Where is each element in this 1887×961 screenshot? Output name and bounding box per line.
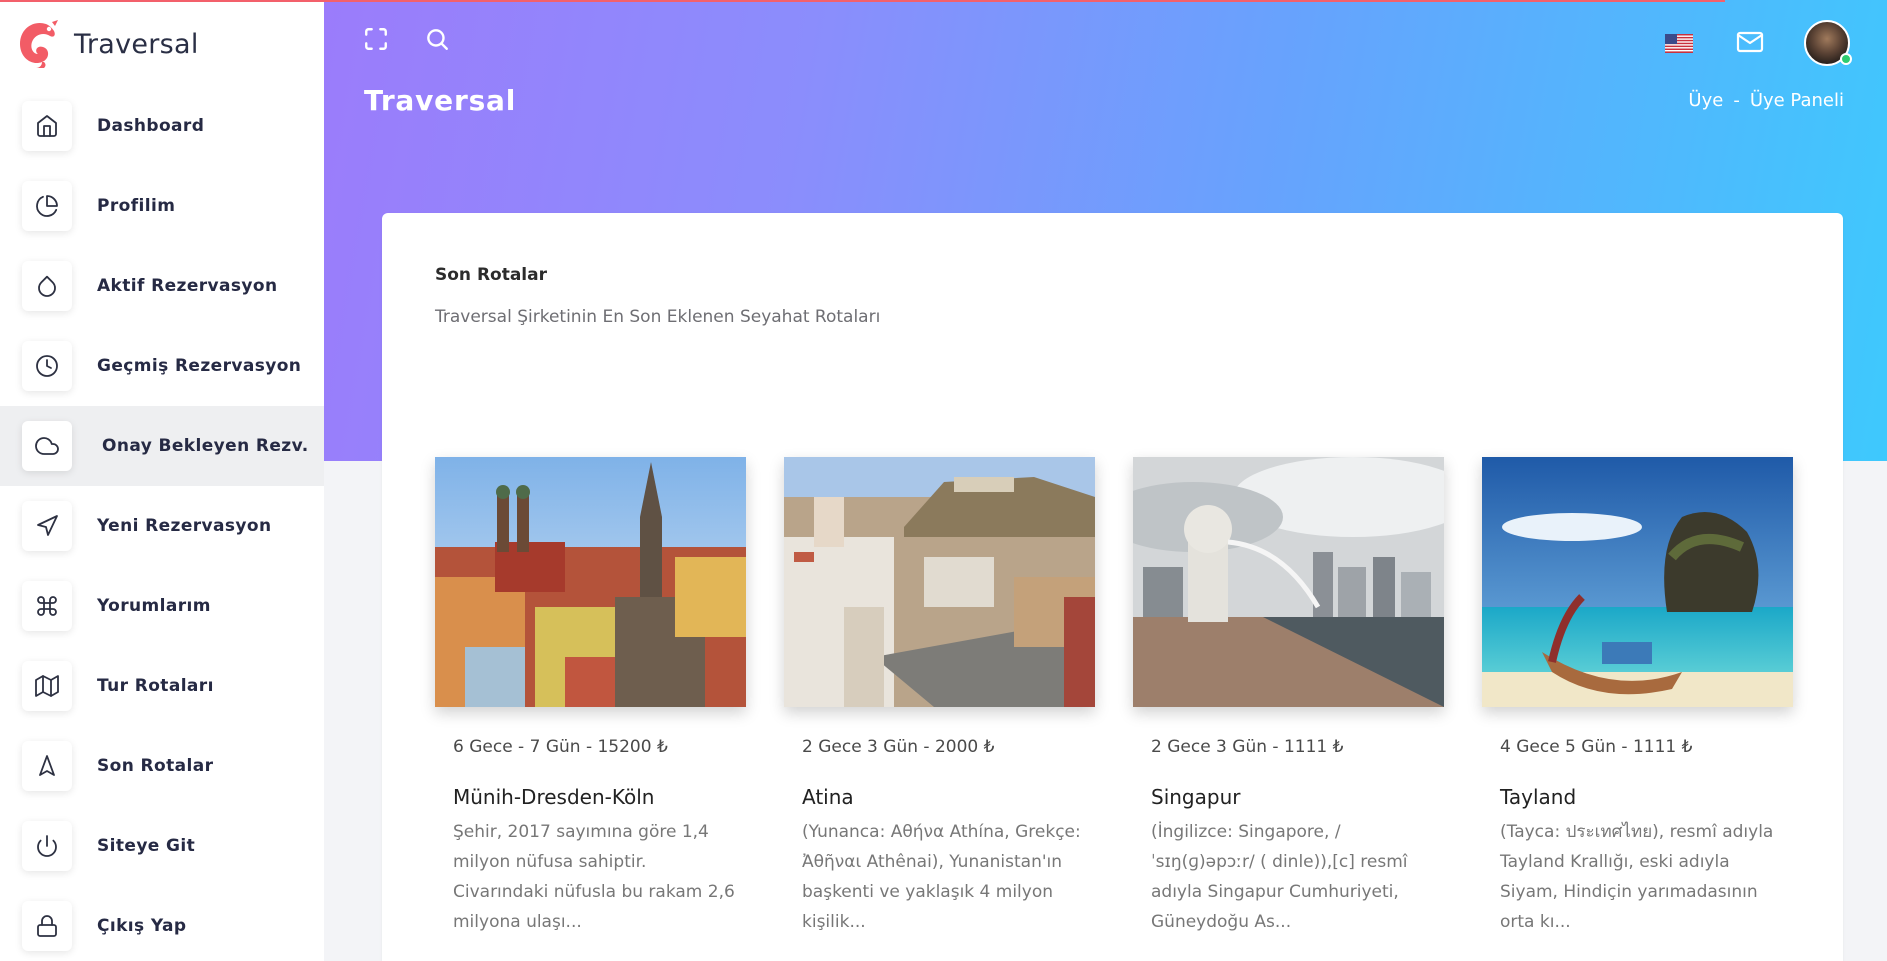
us-flag-icon[interactable] — [1665, 34, 1693, 53]
sidebar-item-cikis-yap[interactable]: Çıkış Yap — [0, 886, 324, 961]
route-card[interactable]: 6 Gece - 7 Gün - 15200 ₺ Münih-Dresden-K… — [435, 457, 746, 937]
sidebar-item-label: Yorumlarım — [97, 596, 211, 616]
route-card[interactable]: 2 Gece 3 Gün - 1111 ₺ Singapur (İngilizc… — [1133, 457, 1444, 937]
brand-name: Traversal — [74, 28, 199, 60]
brand[interactable]: Traversal — [16, 18, 199, 70]
route-meta: 2 Gece 3 Gün - 2000 ₺ — [802, 737, 995, 757]
sidebar-item-label: Geçmiş Rezervasyon — [97, 356, 302, 376]
online-status-indicator — [1840, 53, 1852, 65]
sidebar-item-label: Siteye Git — [97, 836, 196, 856]
sidebar-item-label: Onay Bekleyen Rezv. — [102, 436, 309, 456]
home-icon — [22, 101, 72, 151]
sidebar-item-siteye-git[interactable]: Siteye Git — [0, 806, 324, 886]
top-accent-line — [0, 0, 1725, 2]
search-icon[interactable] — [424, 26, 454, 56]
card-subtitle: Traversal Şirketinin En Son Eklenen Seya… — [435, 307, 881, 327]
sidebar-item-son-rotalar[interactable]: Son Rotalar — [0, 726, 324, 806]
sidebar-item-label: Dashboard — [97, 116, 205, 136]
logo-icon — [20, 20, 58, 68]
route-name[interactable]: Atina — [784, 785, 1095, 809]
route-image-thailand[interactable] — [1482, 457, 1793, 707]
sidebar-item-label: Yeni Rezervasyon — [97, 516, 272, 536]
route-meta: 4 Gece 5 Gün - 1111 ₺ — [1500, 737, 1693, 757]
sidebar-item-dashboard[interactable]: Dashboard — [0, 86, 324, 166]
clock-icon — [22, 341, 72, 391]
map-icon — [22, 661, 72, 711]
pie-chart-icon — [22, 181, 72, 231]
recent-routes-card: Son Rotalar Traversal Şirketinin En Son … — [382, 213, 1843, 961]
navigation-2-icon — [22, 741, 72, 791]
route-name[interactable]: Singapur — [1133, 785, 1444, 809]
card-title: Son Rotalar — [435, 265, 547, 285]
cloud-icon — [22, 421, 72, 471]
route-description: (Tayca: ประเทศไทย), resmî adıyla Tayland… — [1500, 822, 1774, 932]
sidebar-item-profilim[interactable]: Profilim — [0, 166, 324, 246]
lock-icon — [22, 901, 72, 951]
breadcrumb: Üye - Üye Paneli — [1688, 90, 1844, 111]
route-card[interactable]: 2 Gece 3 Gün - 2000 ₺ Atina (Yunanca: Αθ… — [784, 457, 1095, 937]
sidebar-item-label: Tur Rotaları — [97, 676, 214, 696]
route-meta: 6 Gece - 7 Gün - 15200 ₺ — [453, 737, 668, 757]
sidebar-item-label: Aktif Rezervasyon — [97, 276, 278, 296]
route-name[interactable]: Tayland — [1482, 785, 1793, 809]
mail-icon[interactable] — [1736, 30, 1764, 58]
route-description: (Yunanca: Αθήνα Athína, Grekçe: Ἀθῆναι A… — [802, 822, 1081, 932]
route-card[interactable]: 4 Gece 5 Gün - 1111 ₺ Tayland (Tayca: ปร… — [1482, 457, 1793, 937]
navigation-icon — [22, 501, 72, 551]
droplet-icon — [22, 261, 72, 311]
sidebar-item-tur-rotalari[interactable]: Tur Rotaları — [0, 646, 324, 726]
breadcrumb-item-uye-paneli[interactable]: Üye Paneli — [1750, 90, 1844, 111]
sidebar-item-aktif-rezervasyon[interactable]: Aktif Rezervasyon — [0, 246, 324, 326]
route-description: (İngilizce: Singapore, / ˈsɪŋ(ɡ)əpɔːr/ (… — [1151, 822, 1408, 932]
route-name[interactable]: Münih-Dresden-Köln — [435, 785, 746, 809]
sidebar-item-label: Profilim — [97, 196, 176, 216]
fullscreen-icon[interactable] — [363, 26, 393, 56]
route-image-athens[interactable] — [784, 457, 1095, 707]
page-title: Traversal — [364, 84, 517, 117]
sidebar: Traversal Dashboard Profilim Aktif Rezer… — [0, 0, 324, 961]
sidebar-item-label: Son Rotalar — [97, 756, 214, 776]
breadcrumb-separator: - — [1733, 90, 1740, 111]
power-icon — [22, 821, 72, 871]
sidebar-item-yeni-rezervasyon[interactable]: Yeni Rezervasyon — [0, 486, 324, 566]
route-meta: 2 Gece 3 Gün - 1111 ₺ — [1151, 737, 1344, 757]
sidebar-item-onay-bekleyen[interactable]: Onay Bekleyen Rezv. — [0, 406, 324, 486]
sidebar-item-gecmis-rezervasyon[interactable]: Geçmiş Rezervasyon — [0, 326, 324, 406]
command-icon — [22, 581, 72, 631]
route-image-singapore[interactable] — [1133, 457, 1444, 707]
route-description: Şehir, 2017 sayımına göre 1,4 milyon nüf… — [453, 822, 735, 932]
sidebar-item-yorumlarim[interactable]: Yorumlarım — [0, 566, 324, 646]
sidebar-nav: Dashboard Profilim Aktif Rezervasyon Geç… — [0, 86, 324, 961]
route-image-munich[interactable] — [435, 457, 746, 707]
sidebar-item-label: Çıkış Yap — [97, 916, 187, 936]
breadcrumb-item-uye[interactable]: Üye — [1688, 90, 1723, 111]
